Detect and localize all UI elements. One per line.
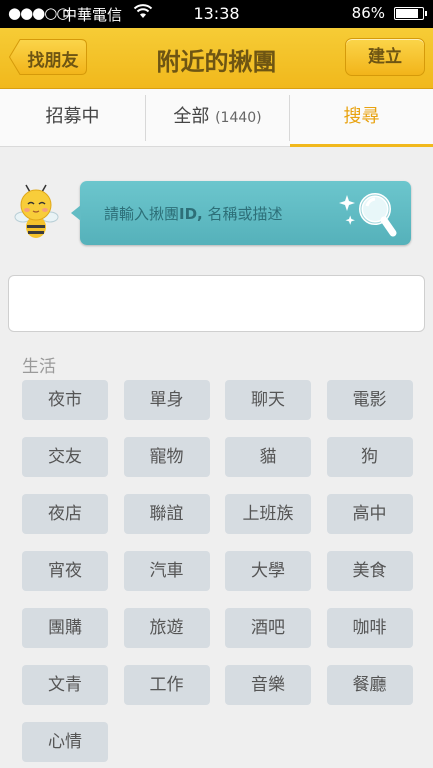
tag-button[interactable]: 宵夜 xyxy=(22,551,108,591)
tag-button[interactable]: 單身 xyxy=(123,380,210,420)
battery-icon xyxy=(394,7,427,20)
bee-mascot-icon xyxy=(14,184,60,246)
tag-button[interactable]: 團購 xyxy=(22,608,108,648)
tag-button[interactable]: 高中 xyxy=(326,494,413,534)
hint-text-prefix: 請輸入揪團 xyxy=(104,205,180,223)
tag-button[interactable]: 夜店 xyxy=(22,494,108,534)
tab-count: (1440) xyxy=(215,110,262,126)
tab-all[interactable]: 全部 (1440) xyxy=(146,89,289,146)
status-bar: ●●●○○ 中華電信 13:38 86% xyxy=(0,0,433,28)
search-hint-text: 請輸入揪團ID, 名稱或描述 xyxy=(104,203,283,224)
battery-percentage: 86% xyxy=(351,4,385,22)
tab-recruiting[interactable]: 招募中 xyxy=(0,89,145,146)
tab-label: 全部 xyxy=(173,106,210,127)
tag-button[interactable]: 汽車 xyxy=(123,551,210,591)
tab-label: 搜尋 xyxy=(343,106,380,127)
hint-text-suffix: 名稱或描述 xyxy=(202,205,283,223)
create-button[interactable]: 建立 xyxy=(345,38,425,76)
tag-button[interactable]: 美食 xyxy=(326,551,413,591)
magnifier-icon xyxy=(337,185,397,245)
tag-button[interactable]: 夜市 xyxy=(22,380,108,420)
tag-button[interactable]: 聯誼 xyxy=(123,494,210,534)
tag-button[interactable]: 聊天 xyxy=(225,380,311,420)
tag-button[interactable]: 狗 xyxy=(326,437,413,477)
tag-button[interactable]: 酒吧 xyxy=(225,608,311,648)
tag-button[interactable]: 旅遊 xyxy=(123,608,210,648)
tag-button[interactable]: 咖啡 xyxy=(326,608,413,648)
tag-button[interactable]: 文青 xyxy=(22,665,108,705)
tag-button[interactable]: 音樂 xyxy=(225,665,311,705)
tab-bar: 招募中 全部 (1440) 搜尋 xyxy=(0,89,433,147)
tag-button[interactable]: 交友 xyxy=(22,437,108,477)
tag-button[interactable]: 貓 xyxy=(225,437,311,477)
tag-button[interactable]: 上班族 xyxy=(225,494,311,534)
tag-button[interactable]: 寵物 xyxy=(123,437,210,477)
tag-button[interactable]: 電影 xyxy=(326,380,413,420)
search-input[interactable] xyxy=(8,275,425,332)
tab-search[interactable]: 搜尋 xyxy=(290,89,433,147)
tag-button[interactable]: 餐廳 xyxy=(326,665,413,705)
search-hint-bubble: 請輸入揪團ID, 名稱或描述 xyxy=(71,181,411,245)
tag-button[interactable]: 工作 xyxy=(123,665,210,705)
tag-button[interactable]: 大學 xyxy=(225,551,311,591)
tag-button[interactable]: 心情 xyxy=(22,722,108,762)
hint-text-bold: ID, xyxy=(179,205,203,223)
category-label: 生活 xyxy=(22,357,56,377)
nav-bar: 找朋友 附近的揪團 建立 xyxy=(0,28,433,89)
tab-label: 招募中 xyxy=(45,106,100,127)
